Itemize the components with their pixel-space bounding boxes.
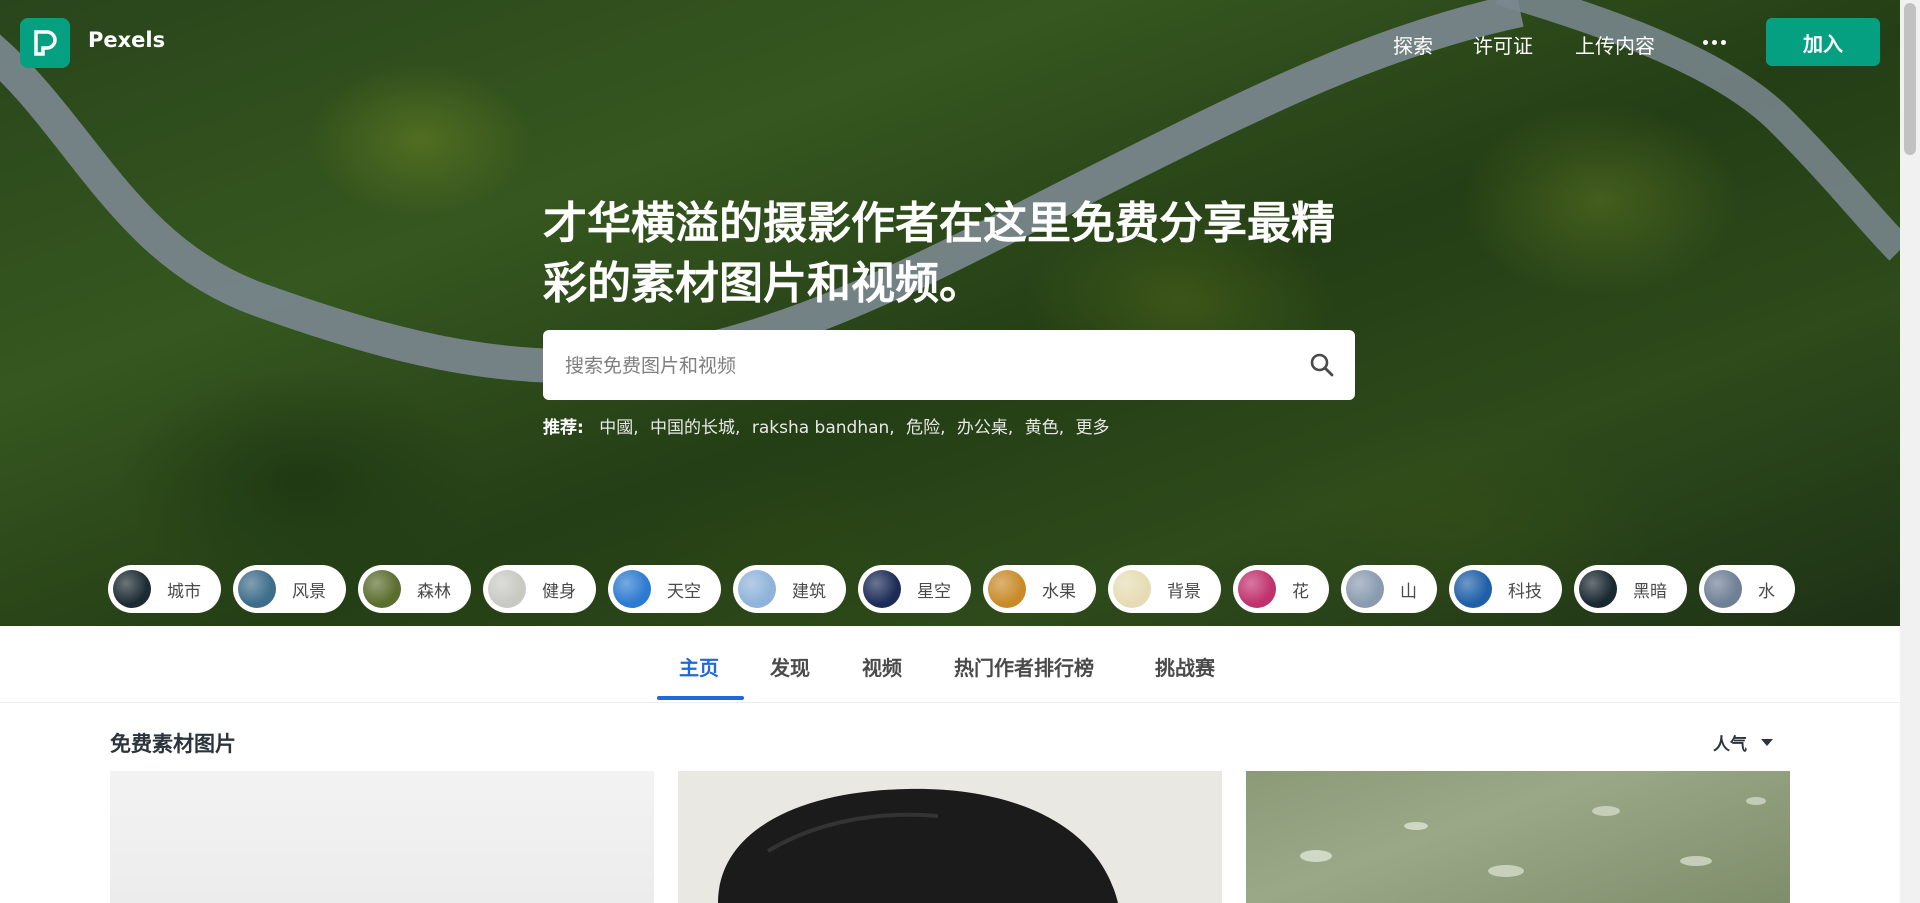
suggestions-label: 推荐: — [543, 418, 584, 438]
suggestion-link[interactable]: 黄色 — [1025, 418, 1059, 438]
category-label: 风景 — [292, 581, 326, 602]
category-chip-forest[interactable]: 森林 — [358, 565, 471, 613]
category-chip-tech[interactable]: 科技 — [1449, 565, 1562, 613]
category-thumbnail — [1346, 570, 1384, 608]
category-chip-landscape[interactable]: 风景 — [233, 565, 346, 613]
pexels-logo-icon[interactable] — [20, 18, 70, 68]
tab-videos[interactable]: 视频 — [862, 652, 902, 681]
search-input[interactable] — [563, 330, 1267, 402]
active-tab-indicator — [657, 696, 744, 700]
category-label: 城市 — [167, 581, 201, 602]
category-chips: 城市 风景 森林 健身 天空 建筑 星空 水果 背景 花 山 科技 黑暗 水 — [108, 565, 1807, 613]
content-tabs: 主页 发现 视频 热门作者排行榜 挑战赛 — [0, 626, 1900, 703]
category-chip-fruit[interactable]: 水果 — [983, 565, 1096, 613]
suggestion-link[interactable]: 办公桌 — [957, 418, 1008, 438]
nav-upload[interactable]: 上传内容 — [1575, 30, 1655, 59]
category-thumbnail — [363, 570, 401, 608]
photo-content-graphic — [718, 788, 1118, 903]
category-label: 水果 — [1042, 581, 1076, 602]
category-label: 黑暗 — [1633, 581, 1667, 602]
category-chip-water[interactable]: 水 — [1699, 565, 1795, 613]
category-chip-dark[interactable]: 黑暗 — [1574, 565, 1687, 613]
tab-home[interactable]: 主页 — [679, 652, 719, 681]
search-icon[interactable] — [1309, 352, 1335, 378]
page-scrollbar[interactable] — [1900, 0, 1920, 903]
category-chip-city[interactable]: 城市 — [108, 565, 221, 613]
search-suggestions: 推荐: 中國, 中国的长城, raksha bandhan, 危险, 办公桌, … — [543, 418, 1110, 438]
category-label: 花 — [1292, 581, 1309, 602]
category-label: 森林 — [417, 581, 451, 602]
category-thumbnail — [238, 570, 276, 608]
category-thumbnail — [1579, 570, 1617, 608]
category-thumbnail — [988, 570, 1026, 608]
nav-license[interactable]: 许可证 — [1473, 30, 1533, 59]
category-label: 星空 — [917, 581, 951, 602]
category-label: 背景 — [1167, 581, 1201, 602]
category-thumbnail — [863, 570, 901, 608]
nav-explore[interactable]: 探索 — [1393, 30, 1433, 59]
suggestion-link[interactable]: 中国的长城 — [650, 418, 735, 438]
suggestion-more-link[interactable]: 更多 — [1076, 418, 1110, 438]
category-chip-mountain[interactable]: 山 — [1341, 565, 1437, 613]
sort-dropdown[interactable]: 人气 — [1713, 730, 1773, 755]
section-title: 免费素材图片 — [110, 732, 236, 756]
category-thumbnail — [1704, 570, 1742, 608]
category-label: 建筑 — [792, 581, 826, 602]
category-thumbnail — [113, 570, 151, 608]
tab-leaderboard[interactable]: 热门作者排行榜 — [954, 652, 1094, 681]
category-thumbnail — [613, 570, 651, 608]
category-label: 水 — [1758, 581, 1775, 602]
scrollbar-thumb[interactable] — [1904, 3, 1916, 155]
caret-down-icon — [1761, 739, 1773, 746]
search-bar — [543, 330, 1355, 402]
category-chip-architecture[interactable]: 建筑 — [733, 565, 846, 613]
join-button[interactable]: 加入 — [1766, 18, 1880, 66]
category-thumbnail — [488, 570, 526, 608]
more-options-icon[interactable] — [1698, 26, 1730, 58]
suggestion-link[interactable]: 危险 — [906, 418, 940, 438]
category-chip-flower[interactable]: 花 — [1233, 565, 1329, 613]
sort-label: 人气 — [1713, 735, 1747, 755]
top-navigation: Pexels 探索 许可证 上传内容 加入 — [0, 0, 1900, 86]
photo-card[interactable] — [110, 771, 654, 903]
category-label: 山 — [1400, 581, 1417, 602]
category-thumbnail — [1238, 570, 1276, 608]
suggestion-link[interactable]: 中國 — [599, 418, 633, 438]
brand-name[interactable]: Pexels — [88, 28, 165, 52]
photo-card[interactable] — [1246, 771, 1790, 903]
tab-discover[interactable]: 发现 — [770, 652, 810, 681]
category-label: 天空 — [667, 581, 701, 602]
category-thumbnail — [1113, 570, 1151, 608]
category-chip-fitness[interactable]: 健身 — [483, 565, 596, 613]
hero-headline: 才华横溢的摄影作者在这里免费分享最精彩的素材图片和视频。 — [543, 198, 1335, 309]
category-thumbnail — [1454, 570, 1492, 608]
category-chip-sky[interactable]: 天空 — [608, 565, 721, 613]
category-label: 健身 — [542, 581, 576, 602]
category-chip-starry-sky[interactable]: 星空 — [858, 565, 971, 613]
category-thumbnail — [738, 570, 776, 608]
suggestion-link[interactable]: raksha bandhan — [752, 418, 889, 438]
photo-content-graphic — [1300, 797, 1766, 877]
photo-card[interactable] — [678, 771, 1222, 903]
category-chip-background[interactable]: 背景 — [1108, 565, 1221, 613]
tab-challenges[interactable]: 挑战赛 — [1155, 652, 1215, 681]
category-label: 科技 — [1508, 581, 1542, 602]
